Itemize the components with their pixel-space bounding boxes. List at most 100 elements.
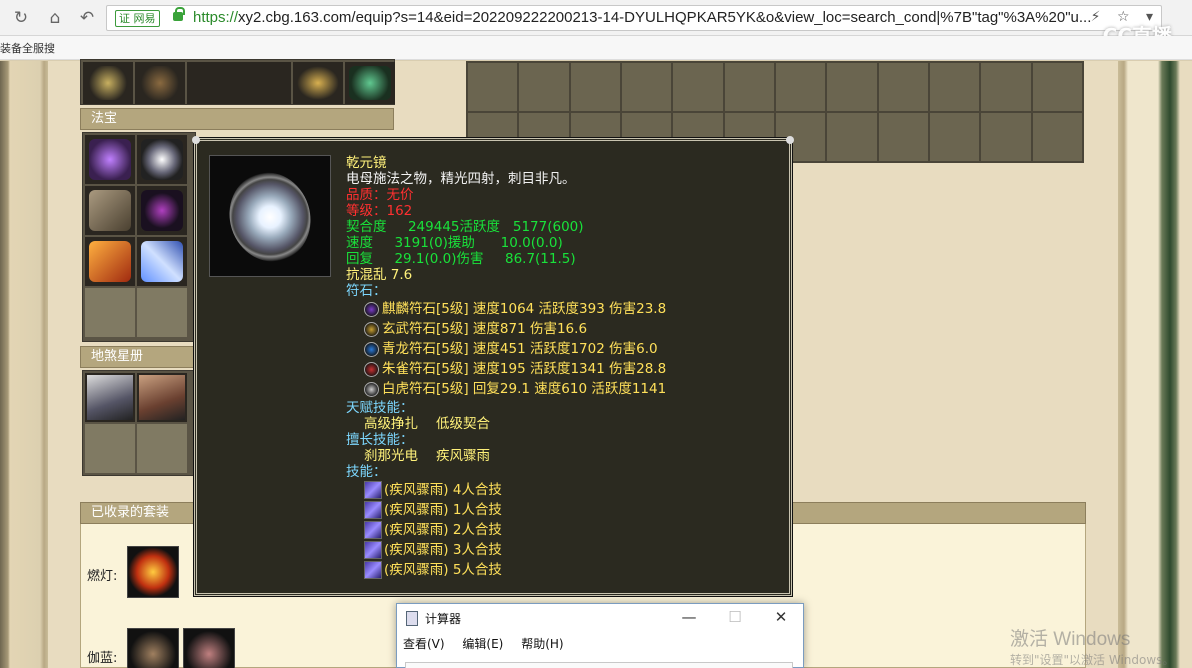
rune-line: 白虎符石[5级] 回复29.1 速度610 活跃度1141	[346, 379, 776, 399]
rune-text: 玄武符石[5级] 速度871 伤害16.6	[382, 321, 588, 337]
menu-edit[interactable]: 编辑(E)	[462, 637, 503, 651]
disha-slot[interactable]	[85, 424, 135, 473]
skill-icon	[364, 541, 382, 559]
calculator-display	[405, 662, 793, 668]
calculator-title: 计算器	[425, 612, 462, 626]
disha-slot[interactable]	[137, 373, 187, 422]
refresh-icon[interactable]: ↻	[10, 7, 32, 29]
rune-icon	[364, 381, 379, 397]
skill-text: (疾风骤雨) 2人合技	[384, 522, 502, 538]
skill-line: (疾风骤雨) 1人合技	[346, 500, 776, 520]
bookmarks-bar: 装备全服搜	[0, 36, 1192, 60]
suit-label: 伽蓝:	[87, 651, 118, 666]
rune-text: 朱雀符石[5级] 速度195 活跃度1341 伤害28.8	[382, 361, 667, 377]
calculator-icon	[406, 611, 418, 626]
fabao-slot[interactable]	[85, 288, 135, 337]
rune-text: 青龙符石[5级] 速度451 活跃度1702 伤害6.0	[382, 341, 658, 357]
item-description: 电母施法之物，精光四射，刺目非凡。	[346, 171, 576, 187]
skill-icon	[364, 521, 382, 539]
skill-line: (疾风骤雨) 4人合技	[346, 480, 776, 500]
disha-slot[interactable]	[137, 424, 187, 473]
fabao-slot[interactable]	[137, 135, 187, 184]
home-icon[interactable]: ⌂	[44, 7, 66, 29]
calculator-titlebar[interactable]: 计算器 — ☐ ✕	[397, 604, 803, 632]
stat-line: 速度 3191(0)援助 10.0(0.0)	[346, 235, 563, 251]
calculator-menu: 查看(V) 编辑(E) 帮助(H)	[403, 635, 578, 652]
menu-view[interactable]: 查看(V)	[403, 637, 445, 651]
skill-text: (疾风骤雨) 5人合技	[384, 562, 502, 578]
skill-text: (疾风骤雨) 1人合技	[384, 502, 502, 518]
rune-line: 玄武符石[5级] 速度871 伤害16.6	[346, 319, 776, 339]
left-border	[0, 61, 48, 668]
url-text[interactable]: https://xy2.cbg.163.com/equip?s=14&eid=2…	[193, 9, 1093, 26]
disha-grid	[82, 370, 196, 476]
equip-slot[interactable]	[135, 62, 185, 104]
item-name: 乾元镜	[346, 155, 387, 171]
skill-line: (疾风骤雨) 3人合技	[346, 540, 776, 560]
equip-slot[interactable]	[293, 62, 343, 104]
skill-text: (疾风骤雨) 4人合技	[384, 482, 502, 498]
rune-line: 麒麟符石[5级] 速度1064 活跃度393 伤害23.8	[346, 299, 776, 319]
fabao-slot[interactable]	[85, 237, 135, 286]
stat-line: 契合度 249445活跃度 5177(600)	[346, 219, 584, 235]
fabao-grid	[82, 132, 196, 342]
stat-line: 回复 29.1(0.0)伤害 86.7(11.5)	[346, 251, 576, 267]
rune-line: 青龙符石[5级] 速度451 活跃度1702 伤害6.0	[346, 339, 776, 359]
equip-slot[interactable]	[83, 62, 133, 104]
close-icon[interactable]: ✕	[771, 608, 791, 626]
item-tooltip: 乾元镜 电母施法之物，精光四射，刺目非凡。 品质：无价 等级：162 契合度 2…	[192, 136, 794, 597]
calculator-window[interactable]: 计算器 — ☐ ✕ 查看(V) 编辑(E) 帮助(H)	[396, 603, 804, 668]
skill-icon	[364, 481, 382, 499]
fabao-slot[interactable]	[85, 186, 135, 235]
expertise-skills: 刹那光电 疾风骤雨	[364, 448, 490, 464]
item-image	[209, 155, 331, 277]
suit-label: 燃灯:	[87, 569, 118, 584]
talent-skills: 高级挣扎 低级契合	[364, 416, 490, 432]
fabao-slot[interactable]	[137, 288, 187, 337]
skill-line: (疾风骤雨) 2人合技	[346, 520, 776, 540]
fabao-slot[interactable]	[137, 237, 187, 286]
lock-icon	[173, 7, 185, 21]
minimize-icon[interactable]: —	[679, 608, 699, 626]
disha-header: 地煞星册	[80, 346, 194, 368]
item-level: 等级：162	[346, 203, 413, 219]
certificate-badge[interactable]: 证 网易	[115, 10, 160, 27]
talent-label: 天赋技能：	[346, 400, 414, 416]
lightning-icon[interactable]: ⚡	[1091, 9, 1101, 25]
disha-slot[interactable]	[85, 373, 135, 422]
suit-icon[interactable]	[183, 628, 235, 668]
equip-slot[interactable]	[187, 62, 291, 104]
address-bar[interactable]: 证 网易 https://xy2.cbg.163.com/equip?s=14&…	[106, 5, 1162, 31]
bookmark-item[interactable]: 装备全服搜	[0, 40, 55, 56]
equip-slot[interactable]	[345, 62, 395, 104]
fabao-slot[interactable]	[137, 186, 187, 235]
rune-icon	[364, 321, 379, 337]
activate-windows-sub: 转到"设置"以激活 Windows。	[1010, 653, 1175, 667]
fabao-header: 法宝	[80, 108, 394, 130]
skill-text: (疾风骤雨) 3人合技	[384, 542, 502, 558]
rune-line: 朱雀符石[5级] 速度195 活跃度1341 伤害28.8	[346, 359, 776, 379]
skills-label: 技能：	[346, 464, 387, 480]
rune-icon	[364, 361, 379, 377]
back-icon[interactable]: ↶	[76, 7, 98, 29]
menu-help[interactable]: 帮助(H)	[521, 637, 563, 651]
browser-toolbar: ↻ ⌂ ↶ 证 网易 https://xy2.cbg.163.com/equip…	[0, 0, 1192, 48]
activate-windows-title: 激活 Windows	[1010, 629, 1131, 650]
suit-icon[interactable]	[127, 546, 179, 598]
rune-text: 麒麟符石[5级] 速度1064 活跃度393 伤害23.8	[382, 301, 667, 317]
expertise-label: 擅长技能：	[346, 432, 414, 448]
maximize-icon[interactable]: ☐	[725, 608, 745, 626]
skill-icon	[364, 501, 382, 519]
rune-icon	[364, 341, 379, 357]
item-quality: 品质：无价	[346, 187, 414, 203]
suit-icon[interactable]	[127, 628, 179, 668]
fabao-slot[interactable]	[85, 135, 135, 184]
skill-icon	[364, 561, 382, 579]
equipment-grid	[80, 59, 395, 105]
rune-text: 白虎符石[5级] 回复29.1 速度610 活跃度1141	[382, 381, 667, 397]
resist-line: 抗混乱 7.6	[346, 267, 413, 283]
rune-icon	[364, 301, 379, 317]
runes-label: 符石：	[346, 283, 387, 299]
right-border	[1118, 61, 1192, 668]
skill-line: (疾风骤雨) 5人合技	[346, 560, 776, 580]
